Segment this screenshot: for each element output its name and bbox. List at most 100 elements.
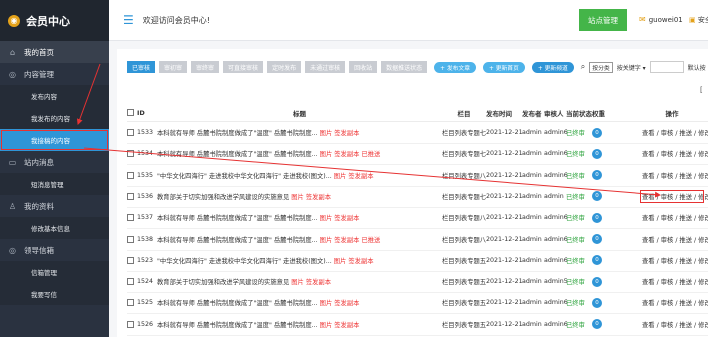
row-tags: 图片 签发副本 — [291, 193, 332, 201]
row-checkbox[interactable] — [127, 150, 134, 158]
menu-toggle-icon[interactable]: ☰ — [123, 13, 134, 27]
sidebar-item-my-published[interactable]: 我发布的内容 — [0, 107, 109, 129]
row-tags: 图片 签发副本 — [333, 172, 374, 180]
row-checkbox[interactable] — [127, 299, 134, 307]
sidebar-item-content[interactable]: ◎ 内容管理 — [0, 63, 109, 85]
row-title[interactable]: 本科就有导师 岳麓书院制度做成了"温度" 岳麓书院制度... 图片 签发副本 已推… — [157, 149, 442, 158]
sidebar-item-messages[interactable]: ▭ 站内消息 — [0, 151, 109, 173]
publish-article-button[interactable]: + 发布文章 — [434, 61, 477, 73]
tab-final-review[interactable]: 审终审 — [191, 61, 220, 73]
row-title[interactable]: "中华文化四海行" 走进我校中华文化四海行" 走进我校(图文)... 图片 签发副… — [157, 256, 442, 265]
select-all-checkbox[interactable] — [127, 109, 134, 116]
header-title: 标题 — [293, 109, 306, 118]
table-row: 1536 教育部关于切实加强和改进学风建设的实施意见 图片 签发副本 栏目列表专题七 2… — [127, 186, 708, 208]
tab-first-review[interactable]: 审初审 — [159, 61, 188, 73]
tab-direct-review[interactable]: 可直接审核 — [223, 61, 264, 73]
home-icon: ⌂ — [9, 47, 16, 57]
row-reviewer: admin6 — [544, 150, 568, 158]
mail-icon: ✉ — [639, 15, 646, 24]
sidebar-title: 会员中心 — [26, 14, 70, 28]
row-id: 1535 — [137, 171, 154, 179]
row-checkbox[interactable] — [127, 171, 134, 179]
row-operations[interactable]: 查看 / 审核 / 推送 / 修改 / — [642, 298, 708, 307]
row-publisher: admin — [522, 278, 542, 286]
header-status: 当前状态 — [566, 109, 592, 118]
row-operations[interactable]: 查看 / 审核 / 推送 / 修改 / — [642, 277, 708, 286]
row-time: 2021-12-21 — [486, 256, 523, 264]
default-sort-label[interactable]: 默认按 — [688, 63, 706, 72]
table-row: 1526 本科就有导师 岳麓书院制度做成了"温度" 岳麓书院制度... 图片 签发副… — [127, 314, 708, 336]
sidebar: ◉ 会员中心 ⌂ 我的首页 ◎ 内容管理 发布内容 我发布的内容 我接稿的内容 … — [0, 0, 109, 337]
row-title[interactable]: 本科就有导师 岳麓书院制度做成了"温度" 岳麓书院制度... 图片 签发副本 — [157, 320, 442, 329]
row-column: 栏目列表专题七 — [442, 193, 487, 201]
tab-push-status[interactable]: 数据推送状态 — [381, 61, 428, 73]
row-operations[interactable]: 查看 / 审核 / 推送 / 修改 / — [642, 320, 708, 329]
row-reviewer: admin6 — [544, 320, 568, 328]
sidebar-item-mail-manage[interactable]: 信箱管理 — [0, 261, 109, 283]
row-title[interactable]: 教育部关于切实加强和改进学风建设的实施意见 图片 签发副本 — [157, 192, 442, 201]
row-checkbox[interactable] — [127, 192, 134, 200]
sidebar-item-sms[interactable]: 短消息管理 — [0, 173, 109, 195]
row-weight-cell: 0 — [592, 255, 610, 266]
row-id: 1534 — [137, 150, 154, 158]
row-weight-cell: 0 — [592, 191, 610, 202]
row-checkbox[interactable] — [127, 129, 134, 136]
sidebar-item-my-received[interactable]: 我接稿的内容 — [0, 129, 109, 151]
header-weight: 权重 — [592, 109, 605, 118]
row-tags: 图片 签发副本 — [333, 257, 374, 265]
row-operations[interactable]: 查看 / 审核 / 推送 / 修改 / — [642, 149, 708, 158]
tab-scheduled[interactable]: 定时发布 — [267, 61, 302, 73]
tab-recycle[interactable]: 回收站 — [349, 61, 378, 73]
row-checkbox[interactable] — [127, 214, 134, 222]
row-time: 2021-12-21 — [486, 299, 523, 307]
row-time: 2021-12-21 — [486, 171, 523, 179]
sidebar-item-publish[interactable]: 发布内容 — [0, 85, 109, 107]
sort-category-select[interactable]: 按分类 — [589, 61, 613, 73]
row-checkbox[interactable] — [127, 320, 134, 328]
row-weight-cell: 0 — [592, 170, 610, 181]
row-title-text: "中华文化四海行" 走进我校中华文化四海行" 走进我校(图文)... — [157, 172, 332, 180]
row-operations[interactable]: 查看 / 审核 / 推送 / 修改 / — [642, 256, 708, 265]
row-title[interactable]: 本科就有导师 岳麓书院制度做成了"温度" 岳麓书院制度... 图片 签发副本 — [157, 128, 442, 137]
row-operations[interactable]: 查看 / 审核 / 推送 / 修改 / — [640, 189, 708, 203]
row-operations[interactable]: 查看 / 审核 / 推送 / 修改 / — [642, 235, 708, 244]
keyword-select[interactable]: 按关键字 ▾ — [617, 63, 646, 72]
row-operations[interactable]: 查看 / 审核 / 推送 / 修改 / — [642, 213, 708, 222]
row-operations[interactable]: 查看 / 审核 / 推送 / 修改 / — [642, 128, 708, 137]
row-reviewer: admin6 — [544, 171, 568, 179]
update-home-button[interactable]: + 更新首页 — [483, 61, 525, 73]
user-info[interactable]: ✉ guowei01 — [639, 15, 683, 24]
sidebar-item-profile[interactable]: ♙ 我的资料 — [0, 195, 109, 217]
weight-badge: 0 — [592, 127, 602, 138]
row-operations[interactable]: 查看 / 审核 / 推送 / 修改 / — [642, 171, 708, 180]
row-status: 已终审 — [566, 151, 585, 159]
weight-badge: 0 — [592, 191, 602, 202]
tab-rejected[interactable]: 未通过审核 — [305, 61, 346, 73]
row-checkbox[interactable] — [127, 278, 134, 286]
tab-reviewed[interactable]: 已审核 — [127, 61, 156, 73]
header-publisher: 发布者 — [522, 109, 542, 118]
sidebar-item-write-letter[interactable]: 我要写信 — [0, 283, 109, 305]
sidebar-item-mailbox[interactable]: ◎ 领导信箱 — [0, 239, 109, 261]
row-title[interactable]: 本科就有导师 岳麓书院制度做成了"温度" 岳麓书院制度... 图片 签发副本 — [157, 298, 442, 307]
table-row: 1538 本科就有导师 岳麓书院制度做成了"温度" 岳麓书院制度... 图片 签发副… — [127, 229, 708, 251]
row-checkbox[interactable] — [127, 235, 134, 243]
sidebar-item-label: 我的资料 — [24, 201, 54, 211]
row-checkbox[interactable] — [127, 256, 134, 264]
sidebar-item-edit-info[interactable]: 修改基本信息 — [0, 217, 109, 239]
keyword-input[interactable] — [649, 61, 684, 73]
row-time: 2021-12-21 — [486, 129, 523, 136]
search-icon[interactable]: ⌕ — [581, 62, 585, 72]
row-id: 1533 — [137, 129, 154, 136]
update-channel-button[interactable]: + 更新频道 — [531, 61, 574, 73]
row-title-text: 本科就有导师 岳麓书院制度做成了"温度" 岳麓书院制度... — [157, 236, 318, 244]
site-manage-button[interactable]: 站点管理 — [579, 9, 627, 31]
safe-exit[interactable]: ▣ 安全退出 — [689, 15, 708, 25]
row-title[interactable]: 教育部关于切实加强和改进学风建设的实施意见 图片 签发副本 — [157, 277, 442, 286]
row-weight-cell: 0 — [592, 319, 610, 330]
row-status: 已终审 — [566, 215, 585, 223]
row-title[interactable]: 本科就有导师 岳麓书院制度做成了"温度" 岳麓书院制度... 图片 签发副本 — [157, 213, 442, 222]
sidebar-item-home[interactable]: ⌂ 我的首页 — [0, 41, 109, 63]
row-title[interactable]: 本科就有导师 岳麓书院制度做成了"温度" 岳麓书院制度... 图片 签发副本 已推… — [157, 235, 442, 244]
row-title[interactable]: "中华文化四海行" 走进我校中华文化四海行" 走进我校(图文)... 图片 签发副… — [157, 171, 442, 180]
